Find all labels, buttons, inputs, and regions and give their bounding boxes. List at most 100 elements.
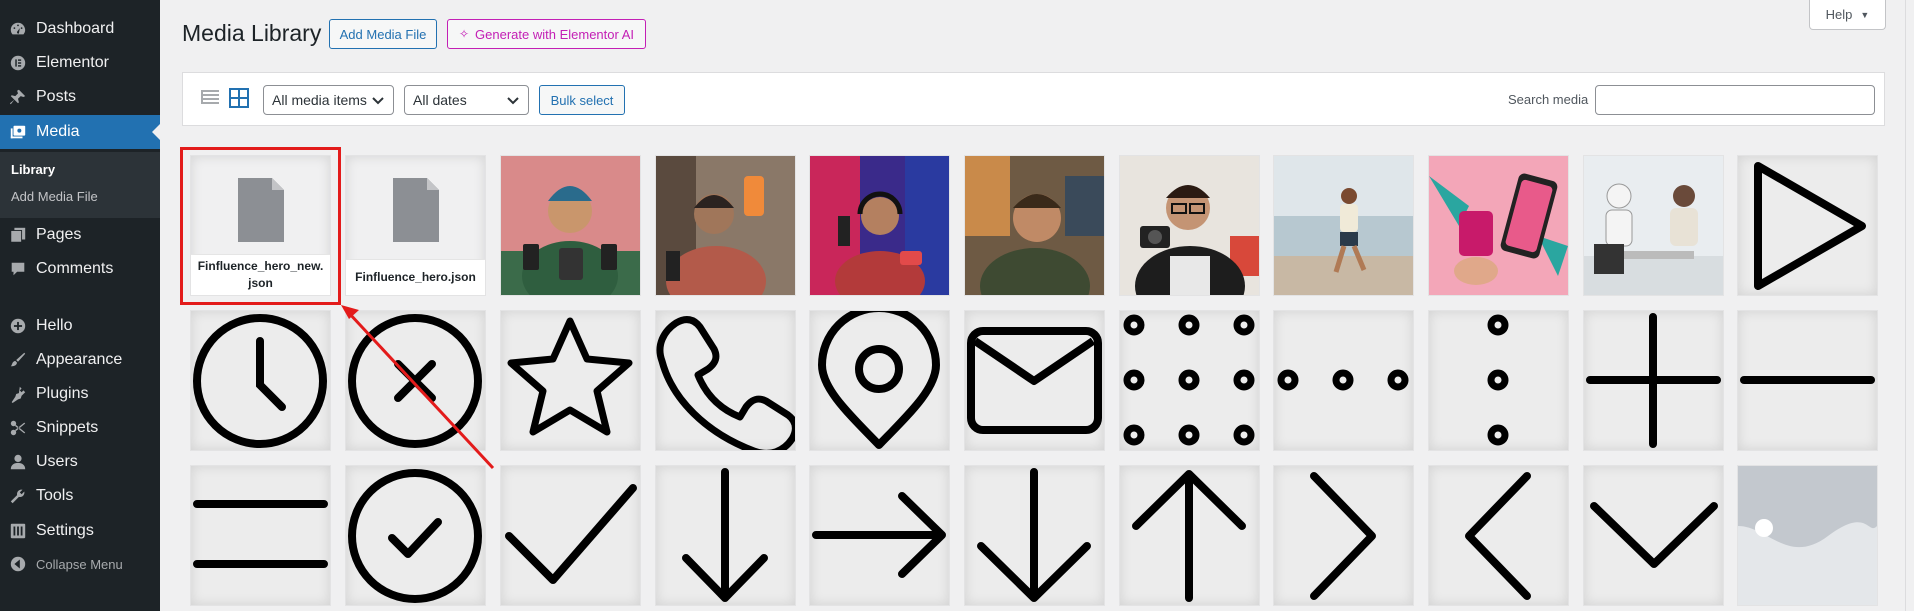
arrow-right-icon <box>812 492 946 578</box>
user-icon <box>8 452 28 472</box>
media-item-icon-equals[interactable] <box>191 466 330 605</box>
media-submenu: Library Add Media File <box>0 152 160 218</box>
close-circle-icon <box>348 314 482 448</box>
bulk-select-button[interactable]: Bulk select <box>539 85 625 115</box>
media-item-icon-star[interactable] <box>501 311 640 450</box>
date-filter[interactable]: All dates <box>404 85 529 115</box>
play-icon <box>1754 162 1866 290</box>
chevron-down-icon <box>507 97 519 105</box>
active-arrow <box>152 124 160 140</box>
sidebar-item-dashboard[interactable]: Dashboard <box>0 12 160 46</box>
sidebar-item-label: Pages <box>36 226 82 243</box>
media-item-icon-more-horizontal[interactable] <box>1274 311 1413 450</box>
media-item-photo[interactable] <box>965 156 1104 295</box>
submenu-library[interactable]: Library <box>11 162 55 177</box>
add-media-file-button[interactable]: Add Media File <box>329 19 437 49</box>
mail-icon <box>967 327 1102 434</box>
arrow-up-icon <box>1132 470 1246 602</box>
sidebar-item-settings[interactable]: Settings <box>0 514 160 548</box>
media-item-icon-more-vertical[interactable] <box>1429 311 1568 450</box>
sidebar-item-users[interactable]: Users <box>0 445 160 479</box>
media-item-json-file[interactable]: Finfluence_hero_new.json <box>191 156 330 295</box>
arrow-down-icon <box>977 468 1091 602</box>
media-item-icon-location[interactable] <box>810 311 949 450</box>
help-label: Help <box>1825 7 1853 22</box>
generate-ai-button[interactable]: ✧ Generate with Elementor AI <box>447 19 646 49</box>
sidebar-item-label: Media <box>36 123 80 140</box>
media-item-json-file[interactable]: Finfluence_hero.json <box>346 156 485 295</box>
star-icon <box>507 317 633 436</box>
wrench-icon <box>8 486 28 506</box>
sidebar-item-comments[interactable]: Comments <box>0 252 160 286</box>
sidebar-item-posts[interactable]: Posts <box>0 80 160 114</box>
media-item-icon-chevron-right[interactable] <box>1274 466 1413 605</box>
plug-icon <box>8 384 28 404</box>
sidebar-item-label: Plugins <box>36 385 89 402</box>
media-item-icon-arrow-up[interactable] <box>1120 466 1259 605</box>
image-placeholder-icon <box>1738 466 1877 605</box>
dashboard-icon <box>8 19 28 39</box>
media-item-icon-check[interactable] <box>501 466 640 605</box>
search-input[interactable] <box>1595 85 1875 115</box>
scissors-icon <box>8 418 28 438</box>
media-item-icon-check-circle[interactable] <box>346 466 485 605</box>
media-item-icon-arrow-down-alt[interactable] <box>965 466 1104 605</box>
date-filter-value: All dates <box>413 92 467 108</box>
chevron-down-icon <box>372 97 384 105</box>
media-item-icon-phone[interactable] <box>656 311 795 450</box>
collapse-icon <box>8 554 28 574</box>
plus-circle-icon <box>8 316 28 336</box>
sidebar-item-snippets[interactable]: Snippets <box>0 411 160 445</box>
media-item-photo[interactable] <box>810 156 949 295</box>
collapse-menu-button[interactable]: Collapse Menu <box>0 547 160 581</box>
phone-icon <box>656 316 795 450</box>
media-item-icon-play[interactable] <box>1738 156 1877 295</box>
media-item-photo[interactable] <box>1274 156 1413 295</box>
sidebar-item-media[interactable]: Media <box>0 115 160 149</box>
search-label: Search media <box>1508 92 1589 107</box>
media-item-photo[interactable] <box>656 156 795 295</box>
sidebar-item-label: Comments <box>36 260 114 277</box>
grid-view-icon[interactable] <box>228 87 250 109</box>
media-item-photo[interactable] <box>1429 156 1568 295</box>
scrollbar[interactable] <box>1905 0 1914 611</box>
sidebar-item-tools[interactable]: Tools <box>0 479 160 513</box>
media-item-icon-grid-dots[interactable] <box>1120 311 1259 450</box>
sidebar-item-label: Tools <box>36 487 74 504</box>
pages-icon <box>8 225 28 245</box>
submenu-add-media-file[interactable]: Add Media File <box>11 189 98 204</box>
media-item-photo[interactable] <box>501 156 640 295</box>
photo-drink-phone <box>1429 156 1568 295</box>
media-item-icon-arrow-down[interactable] <box>656 466 795 605</box>
sidebar-item-hello[interactable]: Hello <box>0 309 160 343</box>
list-view-icon[interactable] <box>199 87 221 109</box>
media-toolbar: All media items All dates Bulk select Se… <box>182 72 1885 126</box>
sidebar-item-pages[interactable]: Pages <box>0 218 160 252</box>
help-button[interactable]: Help ▼ <box>1809 0 1886 30</box>
photo-man-orange-phone <box>656 156 795 295</box>
equals-icon <box>193 500 328 568</box>
chevron-left-icon <box>1465 472 1531 600</box>
more-vertical-icon <box>1487 314 1509 446</box>
media-item-icon-mail[interactable] <box>965 311 1104 450</box>
file-name: Finfluence_hero.json <box>346 259 485 295</box>
media-item-icon-chevron-down[interactable] <box>1584 466 1723 605</box>
media-type-filter[interactable]: All media items <box>263 85 394 115</box>
media-item-icon-minus[interactable] <box>1738 311 1877 450</box>
media-item-icon-chevron-left[interactable] <box>1429 466 1568 605</box>
media-item-icon-plus[interactable] <box>1584 311 1723 450</box>
media-item-photo[interactable] <box>1584 156 1723 295</box>
chevron-down-icon <box>1590 502 1718 568</box>
media-item-icon-close-circle[interactable] <box>346 311 485 450</box>
admin-sidebar: Dashboard Elementor Posts Media Library … <box>0 0 160 611</box>
sidebar-item-label: Users <box>36 453 78 470</box>
sidebar-item-appearance[interactable]: Appearance <box>0 343 160 377</box>
file-name: Finfluence_hero_new.json <box>191 254 330 295</box>
media-item-icon-arrow-right[interactable] <box>810 466 949 605</box>
sidebar-item-elementor[interactable]: Elementor <box>0 46 160 80</box>
brush-icon <box>8 350 28 370</box>
media-item-icon-clock[interactable] <box>191 311 330 450</box>
sidebar-item-plugins[interactable]: Plugins <box>0 377 160 411</box>
media-item-image-placeholder[interactable] <box>1738 466 1877 605</box>
media-item-photo[interactable] <box>1120 156 1259 295</box>
